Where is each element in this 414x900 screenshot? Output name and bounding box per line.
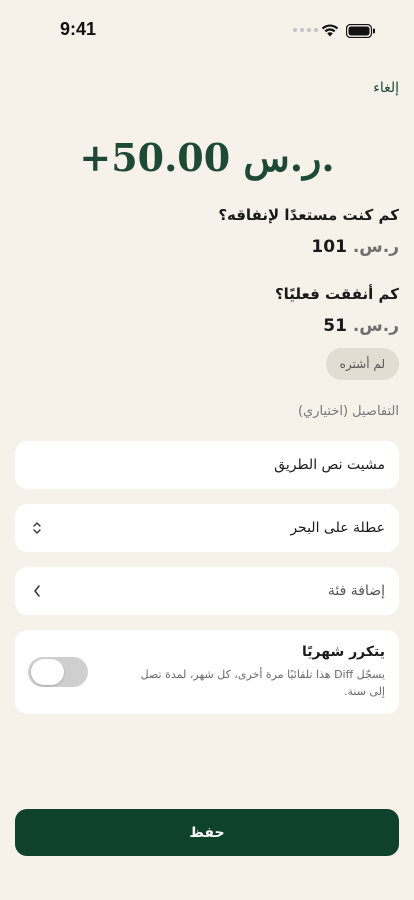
- status-bar: 9:41: [0, 0, 414, 56]
- recurring-title: يتكرر شهريًا: [302, 644, 385, 660]
- chevron-up-down-icon: [29, 521, 45, 535]
- recurring-toggle[interactable]: [28, 657, 88, 687]
- recurring-card: يتكرر شهريًا يسجّل Diff هذا تلقائيًا مرة…: [15, 630, 399, 714]
- actual-value: 51: [323, 316, 347, 336]
- save-button[interactable]: حفظ: [15, 809, 399, 856]
- amount-difference: +50.00 ر.س.: [79, 135, 335, 180]
- budgeted-amount-field[interactable]: ر.س. 101: [218, 237, 399, 257]
- trip-select[interactable]: عطلة على البحر: [15, 504, 399, 552]
- details-label: التفاصيل (اختياري): [297, 404, 399, 419]
- budgeted-currency: ر.س.: [352, 237, 399, 257]
- cancel-button[interactable]: إلغاء: [373, 80, 399, 96]
- battery-icon: [345, 23, 376, 42]
- note-value: مشيت نص الطريق: [274, 457, 385, 473]
- budgeted-question: كم كنت مستعدًا لإنفاقه؟: [218, 206, 399, 224]
- actual-section: كم أنفقت فعليًا؟ ر.س. 51: [275, 285, 399, 336]
- actual-currency: ر.س.: [352, 316, 399, 336]
- add-category-button[interactable]: إضافة فئة: [15, 567, 399, 615]
- actual-question: كم أنفقت فعليًا؟: [274, 285, 399, 303]
- actual-amount-field[interactable]: ر.س. 51: [275, 316, 399, 336]
- chevron-left-icon: [29, 584, 45, 598]
- status-time: 9:41: [60, 19, 97, 39]
- wifi-icon: [320, 22, 340, 41]
- budgeted-section: كم كنت مستعدًا لإنفاقه؟ ر.س. 101: [218, 206, 399, 257]
- note-field[interactable]: مشيت نص الطريق: [15, 441, 399, 489]
- toggle-knob: [31, 659, 64, 685]
- budgeted-value: 101: [311, 237, 347, 257]
- didnt-buy-chip[interactable]: لم أشتره: [325, 348, 399, 380]
- signal-dots-icon: [293, 28, 318, 32]
- category-placeholder: إضافة فئة: [327, 583, 385, 599]
- recurring-subtitle: يسجّل Diff هذا تلقائيًا مرة أخرى، كل شهر…: [140, 668, 385, 698]
- trip-value: عطلة على البحر: [290, 520, 385, 536]
